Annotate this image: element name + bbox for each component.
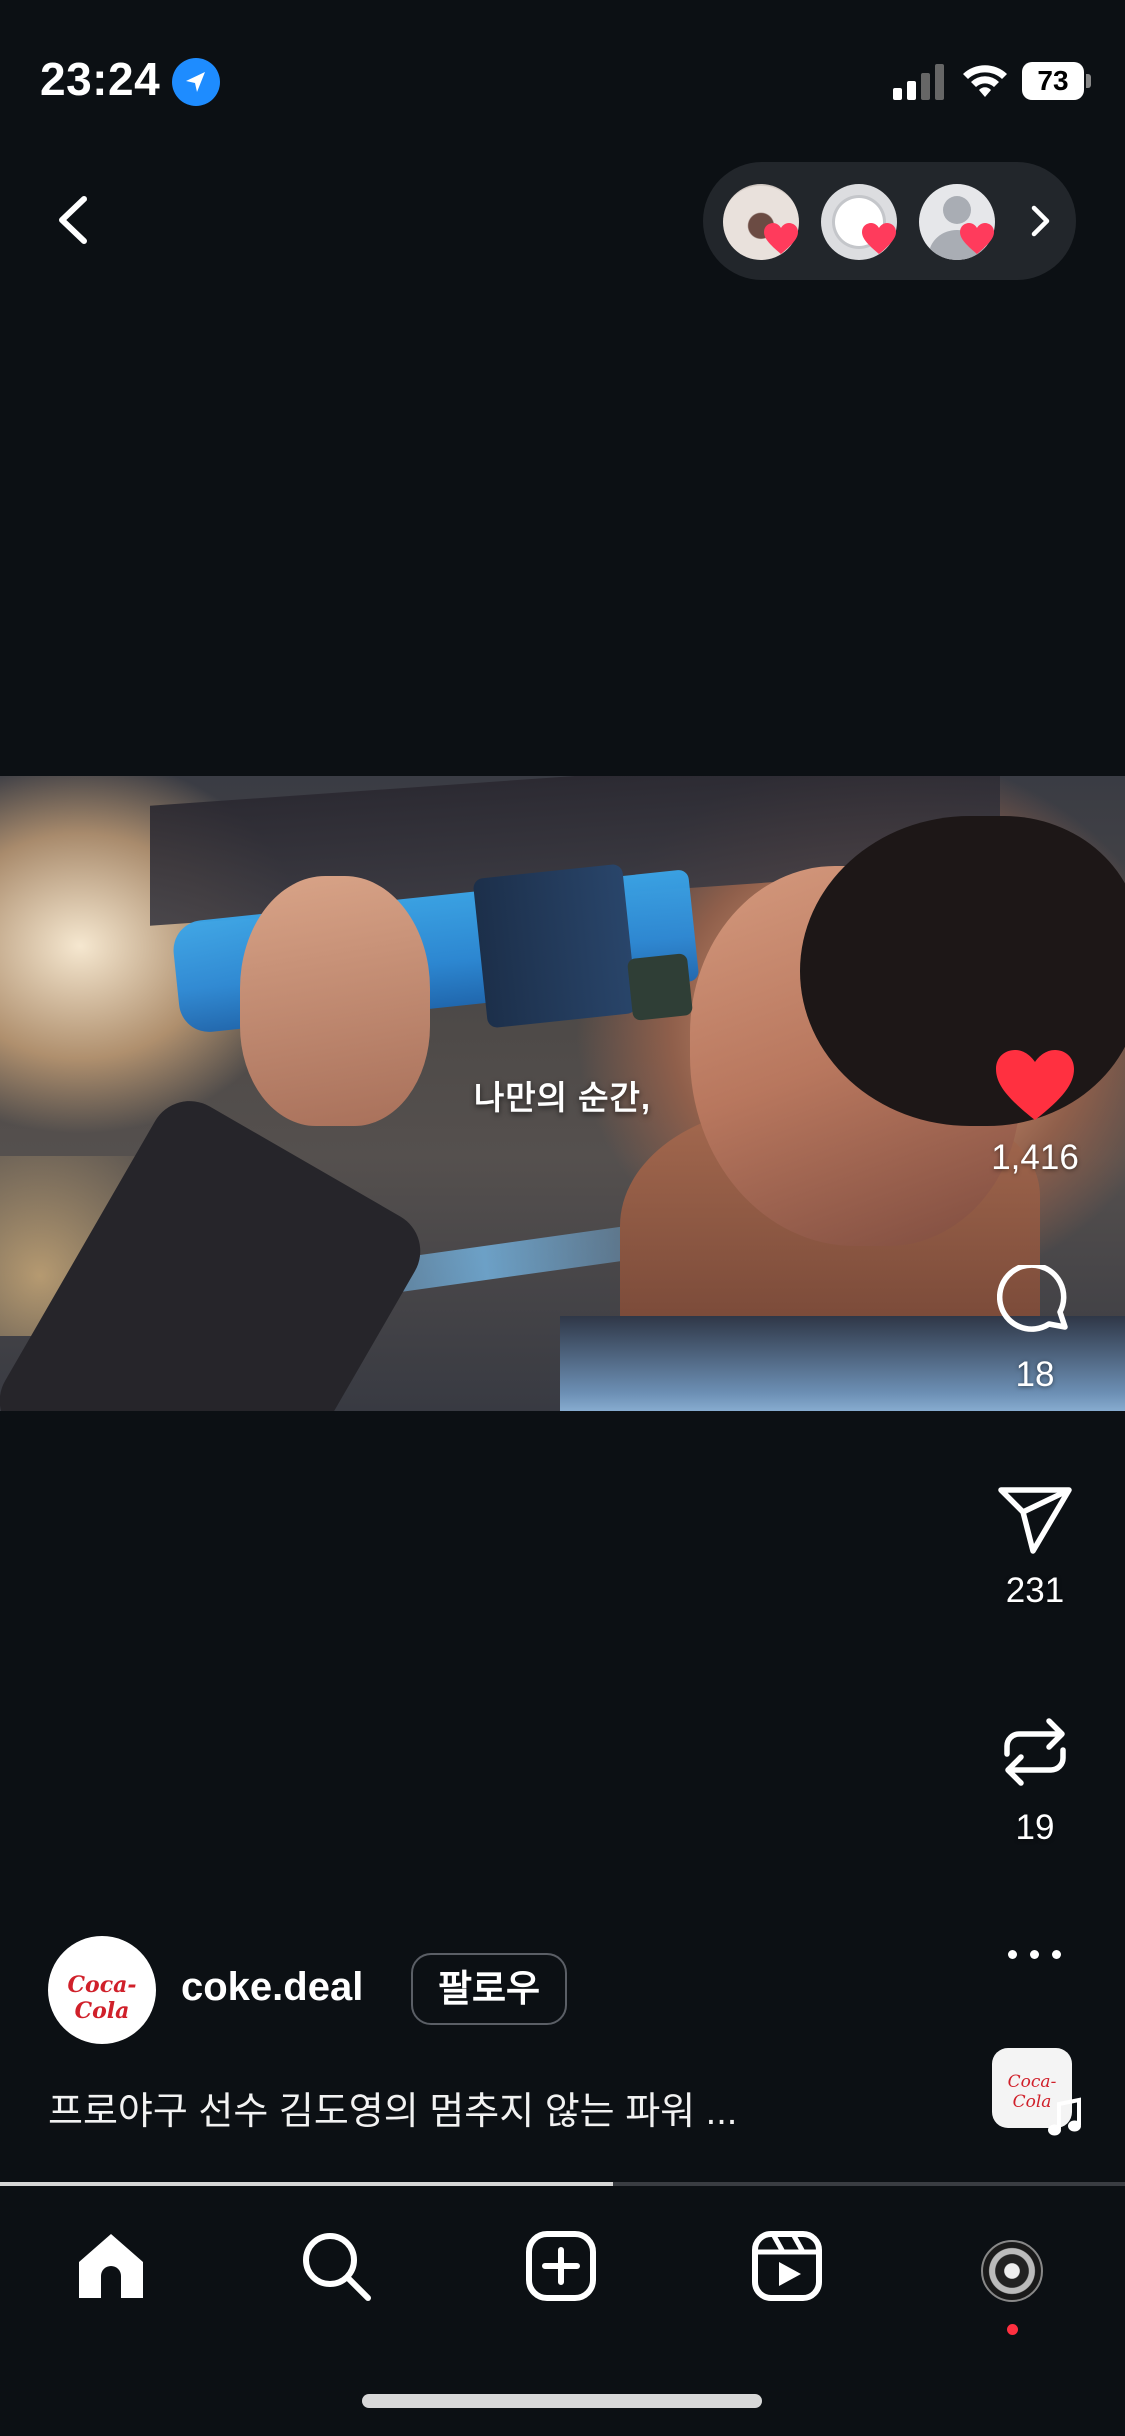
cellular-signal-icon (893, 64, 945, 100)
comment-bubble-icon (997, 1265, 1068, 1332)
chevron-left-icon (59, 196, 87, 244)
wifi-icon (960, 60, 1010, 100)
notification-dot (1007, 2324, 1018, 2335)
status-time: 23:24 (40, 53, 161, 105)
repost-button[interactable]: 19 (970, 1710, 1100, 1848)
like-count: 1,416 (991, 1138, 1079, 1177)
music-note-icon (1048, 2097, 1081, 2136)
tab-reels[interactable] (742, 2228, 832, 2318)
author-username[interactable]: coke.deal (181, 1965, 363, 2010)
battery-icon: 73 (1022, 62, 1091, 100)
author-logo: Coca-Cola (67, 1972, 137, 2024)
heart-icon (862, 223, 896, 254)
likers-preview[interactable] (703, 162, 1076, 280)
comment-count: 18 (1015, 1355, 1055, 1394)
ellipsis-icon (1008, 1950, 1017, 1959)
like-button[interactable]: 1,416 (970, 1048, 1100, 1178)
heart-icon (764, 223, 798, 254)
repost-icon (1004, 1718, 1066, 1786)
search-icon (303, 2233, 371, 2301)
create-icon (526, 2231, 596, 2301)
heart-icon (960, 223, 994, 254)
status-bar: 23:24 73 (0, 0, 1125, 160)
comment-button[interactable]: 18 (970, 1265, 1100, 1395)
author-avatar[interactable]: Coca-Cola (48, 1936, 156, 2044)
video-subtitle: 나만의 순간, (473, 1079, 652, 1116)
follow-button[interactable]: 팔로우 (411, 1953, 567, 2025)
share-count: 231 (1005, 1571, 1065, 1610)
profile-avatar (981, 2240, 1043, 2302)
heart-icon (996, 1050, 1074, 1120)
tab-profile[interactable] (967, 2228, 1057, 2335)
battery-level: 73 (1037, 65, 1069, 96)
reel-video[interactable]: 나만의 순간, (0, 776, 1125, 1411)
tab-search[interactable] (291, 2228, 381, 2318)
repost-count: 19 (1015, 1808, 1055, 1847)
tab-create[interactable] (516, 2228, 606, 2318)
back-button[interactable] (40, 185, 110, 255)
more-options-button[interactable] (1004, 1935, 1064, 1975)
chevron-right-icon (1031, 205, 1050, 237)
paper-plane-icon (998, 1487, 1072, 1554)
tab-home[interactable] (66, 2228, 156, 2318)
home-indicator (362, 2394, 762, 2408)
location-arrow-icon (172, 58, 220, 106)
reels-icon (752, 2231, 822, 2301)
home-icon (79, 2234, 143, 2298)
post-caption[interactable]: 프로야구 선수 김도영의 멈추지 않는 파워 ... (48, 2080, 737, 2135)
share-button[interactable]: 231 (970, 1485, 1100, 1611)
